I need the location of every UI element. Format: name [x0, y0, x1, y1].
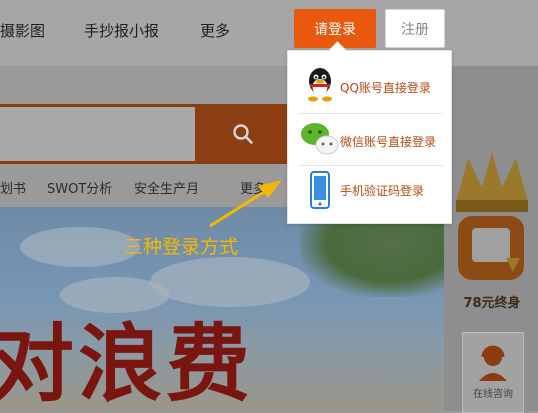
nav-item-photo[interactable]: 摄影图 [0, 20, 45, 41]
divider [298, 113, 443, 114]
nav-item-handcopy[interactable]: 手抄报小报 [84, 20, 159, 41]
login-option-phone-label: 手机验证码登录 [340, 184, 425, 198]
login-option-wechat[interactable]: 微信账号直接登录 [288, 115, 453, 165]
phone-icon [310, 171, 330, 209]
login-option-phone[interactable]: 手机验证码登录 [288, 167, 453, 217]
online-consult-label: 在线咨询 [473, 389, 513, 400]
online-consult-button[interactable]: 在线咨询 [462, 332, 524, 413]
tag-safety[interactable]: 安全生产月 [134, 178, 199, 197]
tag-plan[interactable]: 划书 [0, 178, 26, 197]
divider [298, 165, 443, 166]
search-input[interactable] [0, 104, 195, 164]
vip-crown-icon [456, 152, 528, 280]
top-nav: 摄影图 手抄报小报 更多 请登录 注册 [0, 0, 538, 66]
tag-swot[interactable]: SWOT分析 [47, 178, 112, 197]
login-option-qq[interactable]: QQ账号直接登录 [288, 61, 453, 111]
annotation-text: 三种登录方式 [124, 236, 239, 258]
search-button[interactable] [195, 104, 293, 164]
qq-penguin-icon [308, 68, 332, 102]
login-dropdown: QQ账号直接登录 微信账号直接登录 手机验证码登录 [287, 41, 453, 224]
search-icon [233, 124, 253, 144]
customer-service-icon [479, 345, 507, 381]
vip-price[interactable]: 78元终身 [450, 292, 534, 311]
login-option-wechat-label: 微信账号直接登录 [340, 135, 437, 149]
login-option-qq-label: QQ账号直接登录 [340, 81, 431, 95]
wechat-icon [301, 123, 339, 155]
nav-item-more[interactable]: 更多 [200, 20, 230, 41]
banner-title: 对浪费 [0, 314, 255, 411]
tag-more[interactable]: 更多 [240, 178, 266, 197]
register-button[interactable]: 注册 [385, 9, 445, 48]
